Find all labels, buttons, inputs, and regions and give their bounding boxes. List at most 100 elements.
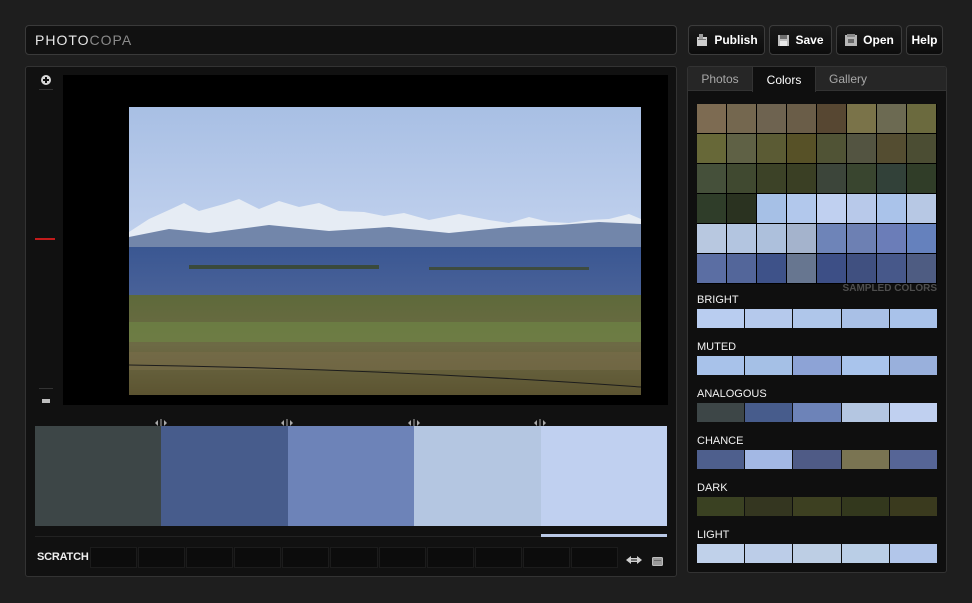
sampled-color-cell[interactable] (877, 134, 907, 164)
sampled-color-cell[interactable] (757, 104, 787, 134)
zoom-slider-handle[interactable] (35, 238, 55, 240)
sampled-color-cell[interactable] (787, 254, 817, 284)
palette-row[interactable] (697, 309, 938, 328)
sampled-color-cell[interactable] (757, 254, 787, 284)
palette-color-cell[interactable] (745, 356, 793, 375)
palette-color-cell[interactable] (793, 356, 841, 375)
palette-color-cell[interactable] (889, 497, 938, 516)
sampled-color-cell[interactable] (907, 104, 937, 134)
sampled-color-cell[interactable] (847, 104, 877, 134)
divider-handle-icon[interactable] (533, 414, 547, 427)
palette-row[interactable] (697, 356, 938, 375)
palette-swatch[interactable] (414, 426, 541, 526)
palette-color-cell[interactable] (793, 309, 841, 328)
sampled-color-cell[interactable] (727, 224, 757, 254)
sampled-color-cell[interactable] (817, 164, 847, 194)
palette-color-cell[interactable] (697, 450, 745, 469)
sampled-color-cell[interactable] (847, 254, 877, 284)
palette-color-cell[interactable] (745, 544, 793, 563)
palette-row[interactable] (697, 450, 938, 469)
palette-color-cell[interactable] (697, 403, 745, 422)
divider-handle-icon[interactable] (407, 414, 421, 427)
sampled-color-cell[interactable] (787, 194, 817, 224)
divider-handle-icon[interactable] (154, 414, 168, 427)
palette-color-cell[interactable] (745, 309, 793, 328)
palette-color-cell[interactable] (889, 356, 938, 375)
scratch-slot[interactable] (570, 547, 619, 568)
sampled-color-cell[interactable] (697, 224, 727, 254)
sampled-color-cell[interactable] (787, 164, 817, 194)
sampled-color-cell[interactable] (847, 224, 877, 254)
sampled-color-cell[interactable] (907, 224, 937, 254)
open-button[interactable]: Open (836, 25, 902, 55)
sampled-color-cell[interactable] (817, 134, 847, 164)
sampled-color-cell[interactable] (847, 164, 877, 194)
sampled-color-cell[interactable] (727, 194, 757, 224)
sampled-color-cell[interactable] (907, 254, 937, 284)
landscape-photo[interactable] (128, 107, 642, 395)
zoom-out-icon[interactable] (39, 393, 53, 403)
sampled-color-cell[interactable] (757, 194, 787, 224)
palette-swatch[interactable] (540, 426, 668, 526)
palette-color-cell[interactable] (745, 450, 793, 469)
scratch-slot[interactable] (282, 547, 330, 568)
sampled-color-cell[interactable] (877, 254, 907, 284)
palette-swatch[interactable] (287, 426, 415, 526)
sampled-color-cell[interactable] (727, 134, 757, 164)
sampled-color-cell[interactable] (727, 104, 757, 134)
palette-color-cell[interactable] (697, 309, 745, 328)
trash-icon[interactable] (652, 553, 663, 566)
sampled-color-cell[interactable] (847, 194, 877, 224)
tab-photos[interactable]: Photos (688, 67, 752, 91)
palette-color-cell[interactable] (745, 497, 793, 516)
sampled-color-cell[interactable] (697, 254, 727, 284)
help-button[interactable]: Help (906, 25, 943, 55)
palette-row[interactable] (697, 497, 938, 516)
sampled-color-cell[interactable] (697, 164, 727, 194)
palette-color-cell[interactable] (697, 497, 745, 516)
palette-color-cell[interactable] (889, 544, 938, 563)
scratch-slot[interactable] (330, 547, 378, 568)
divider-handle-icon[interactable] (280, 414, 294, 427)
palette-color-cell[interactable] (889, 309, 938, 328)
sampled-color-cell[interactable] (907, 164, 937, 194)
palette-swatch[interactable] (35, 426, 162, 526)
palette-swatch[interactable] (161, 426, 288, 526)
palette-color-cell[interactable] (697, 544, 745, 563)
palette-row[interactable] (697, 403, 938, 422)
sampled-color-cell[interactable] (757, 134, 787, 164)
sampled-color-cell[interactable] (877, 224, 907, 254)
publish-button[interactable]: Publish (688, 25, 765, 55)
palette-color-cell[interactable] (889, 450, 938, 469)
sampled-color-cell[interactable] (907, 134, 937, 164)
tab-colors[interactable]: Colors (752, 67, 816, 92)
image-canvas[interactable] (63, 75, 705, 405)
sampled-color-cell[interactable] (757, 224, 787, 254)
sampled-color-cell[interactable] (847, 134, 877, 164)
sampled-color-cell[interactable] (877, 194, 907, 224)
palette-color-cell[interactable] (841, 356, 889, 375)
scratch-slot[interactable] (474, 547, 522, 568)
palette-color-cell[interactable] (697, 356, 745, 375)
swap-arrows-icon[interactable] (626, 552, 642, 564)
zoom-in-icon[interactable] (39, 73, 53, 87)
sampled-color-cell[interactable] (727, 254, 757, 284)
sampled-color-cell[interactable] (817, 224, 847, 254)
palette-color-cell[interactable] (793, 544, 841, 563)
palette-color-cell[interactable] (841, 403, 889, 422)
scratch-slot[interactable] (522, 547, 570, 568)
palette-color-cell[interactable] (793, 450, 841, 469)
save-button[interactable]: Save (769, 25, 832, 55)
palette-color-cell[interactable] (841, 450, 889, 469)
scratch-slot[interactable] (378, 547, 426, 568)
sampled-color-cell[interactable] (877, 104, 907, 134)
sampled-color-cell[interactable] (787, 104, 817, 134)
sampled-color-cell[interactable] (697, 134, 727, 164)
sampled-color-cell[interactable] (817, 104, 847, 134)
sampled-color-cell[interactable] (817, 194, 847, 224)
scratch-slot[interactable] (234, 547, 282, 568)
palette-color-cell[interactable] (745, 403, 793, 422)
sampled-color-cell[interactable] (907, 194, 937, 224)
sampled-color-cell[interactable] (877, 164, 907, 194)
palette-color-cell[interactable] (841, 309, 889, 328)
